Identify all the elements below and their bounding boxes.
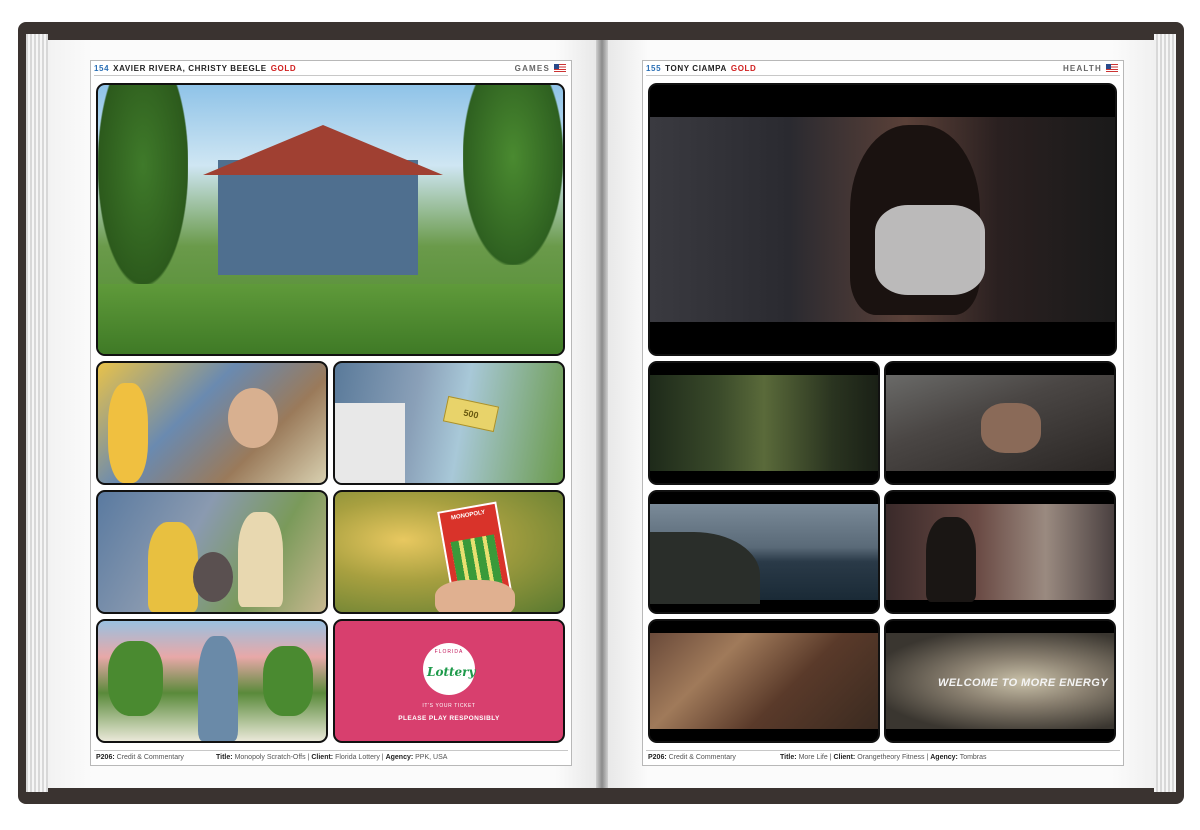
- us-flag-icon: [1106, 64, 1118, 72]
- footer-ref: P206:: [648, 753, 667, 761]
- title-label: Title:: [780, 753, 797, 761]
- footer-client: Florida Lottery: [335, 753, 380, 761]
- frame-lake-cliff: [648, 490, 880, 614]
- overlay-caption: WELCOME TO MORE ENERGY: [938, 677, 1108, 689]
- footer-agency: PPK, USA: [415, 753, 448, 761]
- book-spine: [596, 40, 608, 788]
- footer-agency: Tombras: [959, 753, 987, 761]
- category-label: GAMES: [514, 63, 550, 73]
- client-label: Client:: [833, 753, 856, 761]
- footer-ref-text: Credit & Commentary: [116, 753, 184, 761]
- frame-lottery-endcard: FLORIDA Lottery IT'S YOUR TICKET PLEASE …: [333, 619, 565, 743]
- frame-kids-porch: [96, 361, 328, 485]
- frame-man-yard: [96, 619, 328, 743]
- play-responsibly: PLEASE PLAY RESPONSIBLY: [398, 715, 500, 722]
- footer-title: More Life: [798, 753, 828, 761]
- frame-energy-spray: WELCOME TO MORE ENERGY: [884, 619, 1116, 743]
- frame-forest: [648, 361, 880, 485]
- ticket-title: MONOPOLY: [450, 509, 486, 522]
- page-edges-left: [26, 34, 48, 792]
- category-label: HEALTH: [1062, 63, 1102, 73]
- us-flag-icon: [554, 64, 566, 72]
- frame-house-hero: [96, 83, 565, 356]
- frame-ticket-hands: MONOPOLY: [333, 490, 565, 614]
- client-label: Client:: [311, 753, 334, 761]
- footer-client: Orangetheory Fitness: [857, 753, 925, 761]
- page-number: 155: [646, 63, 662, 73]
- logo-top-text: FLORIDA: [434, 649, 464, 655]
- left-page-footer: P206: Credit & Commentary Title: Monopol…: [94, 750, 568, 763]
- footer-ref: P206:: [96, 753, 115, 761]
- frame-couple-porch: [96, 490, 328, 614]
- creator-names: XAVIER RIVERA, CHRISTY BEEGLE: [113, 63, 267, 73]
- monopoly-bill: 500: [442, 395, 500, 433]
- right-page-header: 155 TONY CIAMPA GOLD HEALTH: [646, 61, 1120, 76]
- frame-runner-path: [648, 619, 880, 743]
- frame-gym-floor: [884, 361, 1116, 485]
- creator-names: TONY CIAMPA: [665, 63, 727, 73]
- agency-label: Agency:: [385, 753, 414, 761]
- award-label: GOLD: [270, 63, 297, 73]
- frame-runner-hero: [648, 83, 1117, 356]
- agency-label: Agency:: [930, 753, 958, 761]
- frame-gym-treadmills: [884, 490, 1116, 614]
- footer-title: Monopoly Scratch-Offs: [234, 753, 306, 761]
- frame-money-flying: 500: [333, 361, 565, 485]
- page-edges-right: [1154, 34, 1176, 792]
- title-label: Title:: [216, 753, 233, 761]
- award-label: GOLD: [730, 63, 757, 73]
- footer-ref-text: Credit & Commentary: [668, 753, 736, 761]
- page-number: 154: [94, 63, 110, 73]
- left-page-header: 154 XAVIER RIVERA, CHRISTY BEEGLE GOLD G…: [94, 61, 568, 76]
- logo-text: Lottery: [427, 665, 476, 679]
- right-page-footer: P206: Credit & Commentary Title: More Li…: [646, 750, 1120, 763]
- tagline: IT'S YOUR TICKET: [422, 703, 476, 709]
